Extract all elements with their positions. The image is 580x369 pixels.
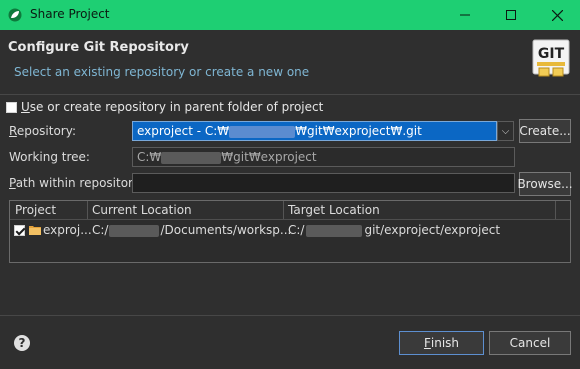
close-icon xyxy=(551,9,563,21)
minimize-icon xyxy=(460,14,470,16)
minimize-button[interactable] xyxy=(442,0,488,30)
maximize-button[interactable] xyxy=(488,0,534,30)
git-logo-icon: GIT xyxy=(532,39,570,77)
column-divider xyxy=(283,201,284,219)
chevron-down-icon: ⌵ xyxy=(501,125,510,137)
mnemonic-u: U xyxy=(21,100,30,114)
page-subtitle: Select an existing repository or create … xyxy=(14,65,310,79)
finish-button[interactable]: Finish xyxy=(399,331,484,355)
project-folder-icon xyxy=(29,226,41,235)
working-tree-value-suffix: ₩git₩exproject xyxy=(221,150,317,164)
git-logo-text: GIT xyxy=(538,46,565,62)
create-repository-button[interactable]: Create... xyxy=(519,119,571,143)
repository-dropdown-arrow[interactable]: ⌵ xyxy=(497,121,514,141)
use-parent-folder-checkbox[interactable] xyxy=(6,102,17,113)
current-location-cell: C:/ /Documents/worksp... xyxy=(92,223,291,237)
repository-value-suffix: ₩git₩exproject₩.git xyxy=(295,124,422,138)
target-location-prefix: C:/ xyxy=(288,223,305,237)
redacted-segment xyxy=(109,224,160,237)
path-within-repo-label-text: ath within repository: xyxy=(15,176,144,190)
repository-value-prefix: exproject - C:₩ xyxy=(137,124,230,138)
maximize-icon xyxy=(506,10,516,20)
working-tree-label: Working tree: xyxy=(9,150,90,164)
working-tree-value-prefix: C:₩ xyxy=(137,150,162,164)
footer-divider xyxy=(0,315,580,316)
project-row-checkbox[interactable] xyxy=(14,225,25,236)
repository-dropdown[interactable]: exproject - C:₩ ₩git₩exproject₩.git xyxy=(132,121,497,141)
repository-label-text: epository: xyxy=(16,124,76,138)
column-header-current-location[interactable]: Current Location xyxy=(92,203,192,217)
project-name-cell: exproj... xyxy=(43,223,92,237)
window-title: Share Project xyxy=(30,7,110,21)
project-table[interactable]: Project Current Location Target Location… xyxy=(9,200,571,263)
column-divider xyxy=(87,201,88,219)
redacted-segment xyxy=(161,151,222,164)
use-parent-folder-label-text: se or create repository in parent folder… xyxy=(29,100,324,114)
cancel-button[interactable]: Cancel xyxy=(489,331,571,355)
redacted-segment xyxy=(306,224,363,237)
column-header-target-location[interactable]: Target Location xyxy=(288,203,380,217)
header-divider xyxy=(0,94,580,95)
finish-mnemonic: F xyxy=(423,336,431,350)
repository-label: Repository: xyxy=(9,124,76,138)
path-within-repo-label: Path within repository: xyxy=(9,176,144,190)
column-divider xyxy=(555,201,556,219)
browse-button[interactable]: Browse... xyxy=(517,172,573,196)
table-header: Project Current Location Target Location xyxy=(10,201,570,220)
finish-button-text: inish xyxy=(430,336,460,350)
close-button[interactable] xyxy=(534,0,580,30)
eclipse-spring-icon xyxy=(8,8,22,22)
page-title: Configure Git Repository xyxy=(8,40,189,55)
wizard-header: Configure Git Repository Select an exist… xyxy=(0,30,580,94)
redacted-segment xyxy=(229,125,296,138)
current-location-prefix: C:/ xyxy=(92,223,109,237)
path-within-repo-input[interactable] xyxy=(132,173,515,193)
title-bar: Share Project xyxy=(0,0,580,30)
table-row[interactable]: exproj... C://Documents/worksp... C:/git… xyxy=(10,221,570,239)
target-location-suffix: git/exproject/exproject xyxy=(364,223,501,237)
column-header-project[interactable]: Project xyxy=(15,203,56,217)
current-location-suffix: /Documents/worksp... xyxy=(160,223,292,237)
share-project-dialog: Share Project Configure Git Repository S… xyxy=(0,0,580,369)
target-location-cell: C:/ git/exproject/exproject xyxy=(288,223,500,237)
working-tree-field: C:₩ ₩git₩exproject xyxy=(132,147,515,167)
use-parent-folder-label: Use or create repository in parent folde… xyxy=(21,100,323,114)
help-icon[interactable]: ? xyxy=(14,335,30,351)
